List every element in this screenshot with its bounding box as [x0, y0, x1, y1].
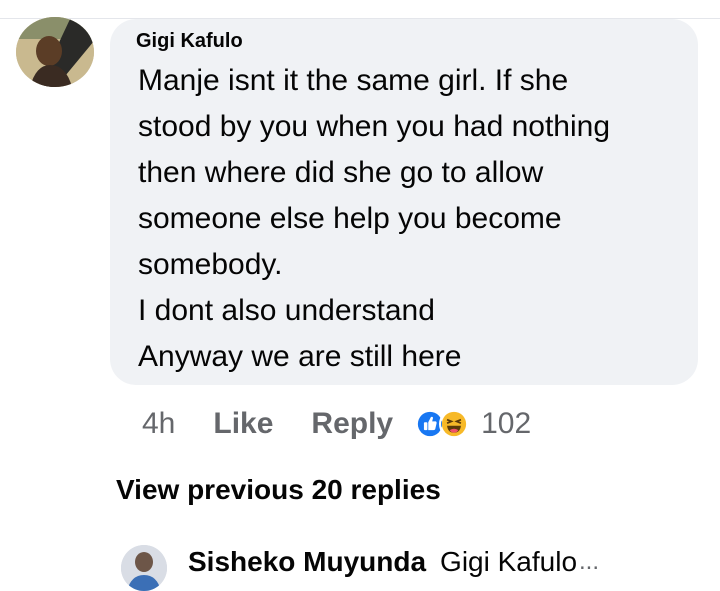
reply-author-avatar[interactable]: [121, 545, 167, 591]
comment-text: Manje isnt it the same girl. If she stoo…: [138, 58, 693, 380]
view-previous-replies-link[interactable]: View previous 20 replies: [116, 474, 441, 506]
reaction-summary[interactable]: [415, 409, 470, 439]
comment-text-line: stood by you when you had nothing: [138, 110, 611, 143]
reply-snippet: Gigi Kafulo: [440, 546, 578, 577]
commenter-avatar[interactable]: [16, 17, 94, 87]
reply-button[interactable]: Reply: [311, 407, 393, 441]
comment-text-line: I dont also understand: [138, 294, 435, 327]
comment-text-line: Anyway we are still here: [138, 340, 462, 373]
reply-author-name[interactable]: Sisheko Muyunda: [188, 546, 426, 578]
comment-actions-row: 4h Like Reply 102: [142, 404, 531, 444]
comment-timestamp[interactable]: 4h: [142, 407, 175, 441]
comment-text-line: then where did she go to allow: [138, 156, 544, 189]
like-button[interactable]: Like: [213, 407, 273, 441]
reaction-count[interactable]: 102: [481, 407, 531, 441]
comment-text-line: Manje isnt it the same girl. If she: [138, 64, 569, 97]
comment-text-line: somebody.: [138, 248, 283, 281]
comment-text-line: someone else help you become: [138, 202, 562, 235]
reply-ellipsis: ...: [579, 548, 600, 575]
haha-reaction-icon: [439, 409, 470, 439]
comment-author-name[interactable]: Gigi Kafulo: [136, 30, 243, 53]
reply-preview[interactable]: Sisheko Muyunda Gigi Kafulo ...: [188, 546, 599, 578]
